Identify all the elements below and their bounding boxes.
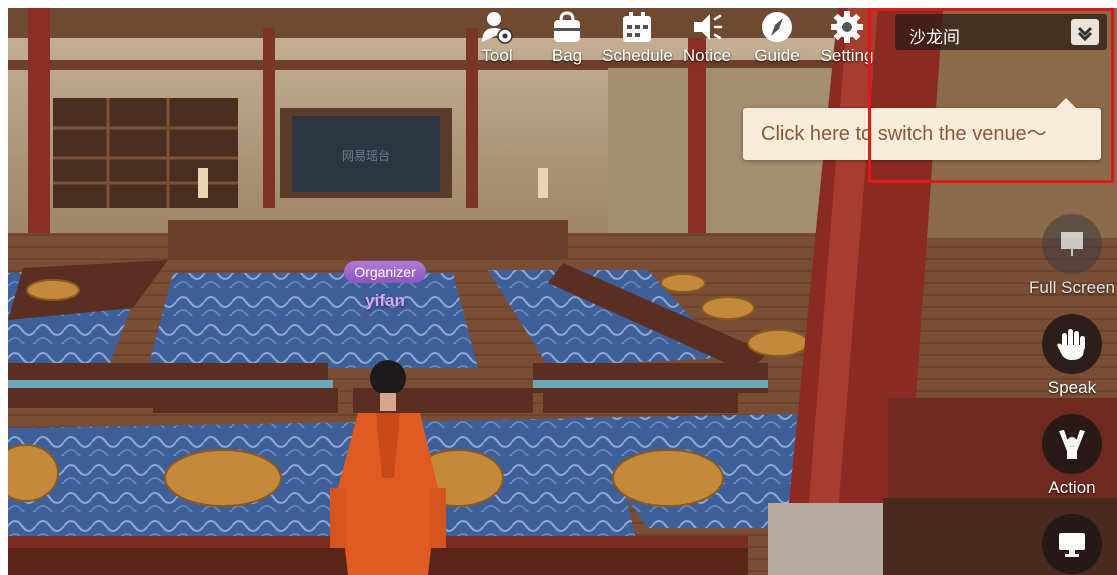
stage-screen-text: 网易瑶台 (342, 148, 390, 163)
raised-hand-icon (1057, 329, 1085, 360)
player-name: yifan (365, 291, 405, 310)
highlight-box (868, 8, 1114, 183)
person-gear-icon (482, 12, 513, 44)
action-button[interactable]: Action (1027, 414, 1117, 498)
bag-label: Bag (551, 46, 583, 65)
speak-button[interactable]: Speak (1027, 314, 1117, 398)
full-screen-label: Full Screen (1029, 278, 1115, 297)
screen-share-button[interactable] (1027, 514, 1117, 574)
megaphone-icon (694, 14, 723, 40)
gear-icon (831, 11, 863, 43)
notice-label: Notice (682, 46, 732, 65)
monitor-icon (1059, 533, 1085, 557)
bag-button[interactable]: Bag (532, 8, 602, 80)
tool-button[interactable]: Tool (462, 8, 532, 80)
role-tag: Organizer (344, 261, 426, 283)
calendar-icon (623, 12, 651, 42)
speak-label: Speak (1047, 378, 1097, 397)
guide-label: Guide (754, 46, 800, 65)
cheering-person-icon (1059, 430, 1085, 459)
guide-button[interactable]: Guide (742, 8, 812, 80)
tool-label: Tool (481, 46, 513, 65)
action-label: Action (1048, 478, 1096, 497)
compass-icon (762, 12, 792, 42)
full-screen-button[interactable]: Full Screen (1027, 214, 1117, 298)
schedule-button[interactable]: Schedule (602, 8, 673, 80)
projector-screen-icon (1061, 232, 1083, 256)
notice-button[interactable]: Notice (672, 8, 742, 80)
bag-icon (554, 11, 580, 42)
game-viewport[interactable]: 网易瑶台 Tool Bag Schedule Notice Guide Sett… (8, 8, 1117, 575)
schedule-label: Schedule (602, 46, 673, 65)
